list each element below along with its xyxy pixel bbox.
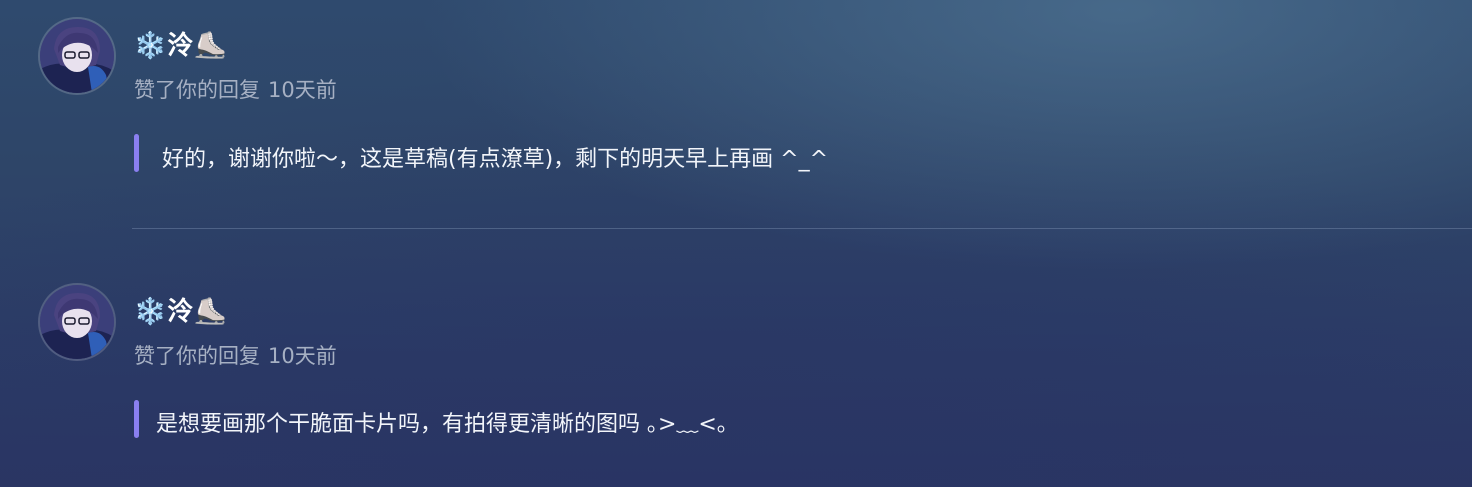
username[interactable]: ❄️泠⛸️ [134, 291, 228, 328]
avatar[interactable] [40, 19, 114, 93]
notification-item[interactable]: ❄️泠⛸️ 赞了你的回复 10天前 好的，谢谢你啦～，这是草稿(有点潦草)，剩下的… [0, 0, 1472, 228]
notification-item[interactable]: ❄️泠⛸️ 赞了你的回复 10天前 是想要画那个干脆面卡片吗，有拍得更清晰的图吗 … [0, 229, 1472, 487]
username[interactable]: ❄️泠⛸️ [134, 25, 228, 62]
avatar-image [40, 19, 114, 93]
notification-meta: 赞了你的回复 10天前 [134, 340, 337, 370]
quote-bar [134, 134, 139, 172]
avatar-image [40, 285, 114, 359]
like-notification-feed: ❄️泠⛸️ 赞了你的回复 10天前 好的，谢谢你啦～，这是草稿(有点潦草)，剩下的… [0, 0, 1472, 487]
avatar[interactable] [40, 285, 114, 359]
quoted-reply-text[interactable]: 好的，谢谢你啦～，这是草稿(有点潦草)，剩下的明天早上再画 ^_^ [162, 141, 828, 173]
action-label: 赞了你的回复 [134, 78, 260, 102]
timestamp: 10天前 [268, 78, 337, 102]
quoted-reply-text[interactable]: 是想要画那个干脆面卡片吗，有拍得更清晰的图吗 ｡>﹏<｡ [156, 406, 728, 438]
notification-meta: 赞了你的回复 10天前 [134, 74, 337, 104]
action-label: 赞了你的回复 [134, 344, 260, 368]
quote-bar [134, 400, 139, 438]
timestamp: 10天前 [268, 344, 337, 368]
